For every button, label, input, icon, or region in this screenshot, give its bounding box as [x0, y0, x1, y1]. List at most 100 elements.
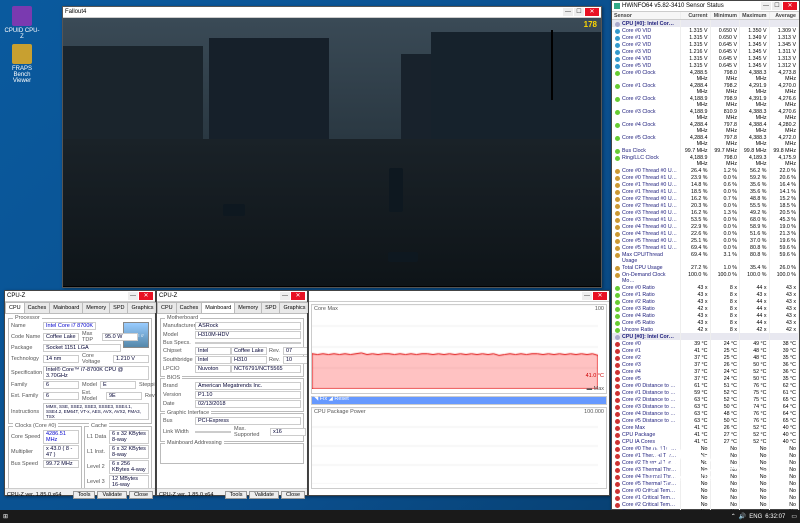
- sensor-section[interactable]: CPU [#0]: Intel Cor…: [612, 20, 799, 27]
- sensor-row[interactable]: Core #5 VID1.315 V0.645 V1.345 V1.312 V: [612, 62, 799, 69]
- col-sensor[interactable]: Sensor: [612, 12, 681, 19]
- sensor-row[interactable]: Core #4 Thread #1 U…22.6 %0.0 %51.6 %21.…: [612, 230, 799, 237]
- col-current[interactable]: Current: [681, 12, 711, 19]
- sensor-row[interactable]: Core #2 Clock4,188.9 MHz798.9 MHz4,391.9…: [612, 95, 799, 108]
- cpuz-window-cpu[interactable]: CPU-Z—✕ CPUCachesMainboardMemorySPDGraph…: [4, 290, 156, 496]
- sensor-row[interactable]: Core #2 Ratio43 x8 x44 x43 x: [612, 298, 799, 305]
- tab-cpu[interactable]: CPU: [5, 302, 25, 313]
- minimize-button[interactable]: —: [563, 8, 573, 16]
- sensor-row[interactable]: Core #0 Thread #0 U…26.4 %1.2 %56.2 %22.…: [612, 167, 799, 174]
- game-viewport[interactable]: 178: [63, 18, 601, 286]
- tab-caches[interactable]: Caches: [24, 302, 51, 313]
- tab-mainboard[interactable]: Mainboard: [201, 302, 235, 313]
- tab-spd[interactable]: SPD: [109, 302, 128, 313]
- tools-button[interactable]: Tools: [225, 491, 248, 499]
- tools-button[interactable]: Tools: [73, 491, 96, 499]
- sensor-row[interactable]: Core #2 VID1.315 V0.645 V1.345 V1.345 V: [612, 41, 799, 48]
- sensor-row[interactable]: Core #1 Distance to …59 °C52 °C75 °C61 °…: [612, 389, 799, 396]
- minimize-button[interactable]: —: [280, 292, 290, 300]
- minimize-button[interactable]: —: [761, 2, 771, 10]
- tab-memory[interactable]: Memory: [82, 302, 110, 313]
- sensor-row[interactable]: On-Demand Clock Mo…100.0 %100.0 %100.0 %…: [612, 271, 799, 284]
- cpuz-window-mainboard[interactable]: CPU-Z—✕ CPUCachesMainboardMemorySPDGraph…: [156, 290, 308, 496]
- desktop-icon-fraps[interactable]: FRAPS Bench Viewer: [4, 44, 40, 84]
- sensor-row[interactable]: Core #437 °C24 °C52 °C36 °C: [612, 368, 799, 375]
- sensor-row[interactable]: Core #5 Ratio43 x8 x44 x43 x: [612, 319, 799, 326]
- close-button[interactable]: ✕: [291, 292, 305, 300]
- sensor-row[interactable]: Core #1 Clock4,288.4 MHz798.2 MHz4,291.9…: [612, 82, 799, 95]
- sensor-row[interactable]: Core #4 Ratio43 x8 x44 x43 x: [612, 312, 799, 319]
- tab-caches[interactable]: Caches: [176, 302, 203, 313]
- close-button[interactable]: Close: [281, 491, 305, 499]
- tray-icon[interactable]: ⌃: [731, 513, 736, 520]
- sensor-row[interactable]: Core #3 Clock4,188.9 MHz810.9 MHz4,388.3…: [612, 108, 799, 121]
- close-button[interactable]: ✕: [139, 292, 153, 300]
- sensor-row[interactable]: Core #2 Thread #0 U…16.2 %0.7 %48.8 %15.…: [612, 195, 799, 202]
- sensor-row[interactable]: Core #3 Thread #0 U…16.2 %1.3 %49.2 %20.…: [612, 209, 799, 216]
- sensor-row[interactable]: Core #0 Clock4,288.5 MHz798.0 MHz4,388.3…: [612, 69, 799, 82]
- sensor-row[interactable]: CPU Package41 °C27 °C52 °C40 °C: [612, 431, 799, 438]
- sensor-row[interactable]: Uncore Ratio42 x8 x42 x42 x: [612, 326, 799, 333]
- sensor-row[interactable]: Core #039 °C24 °C49 °C38 °C: [612, 340, 799, 347]
- tab-graphics[interactable]: Graphics: [127, 302, 157, 313]
- sensor-row[interactable]: Core #5 Distance to …63 °C50 °C76 °C65 °…: [612, 417, 799, 424]
- sensor-row[interactable]: Ring/LLC Clock4,188.9 MHz798.0 MHz4,189.…: [612, 154, 799, 167]
- coretemp-window[interactable]: —✕ Core Max 100 41.0 °C ▬ Max ◥ Fix ◢ Re…: [308, 290, 610, 496]
- notifications-button[interactable]: ▭: [788, 513, 800, 520]
- sensor-row[interactable]: Core #1 VID1.315 V0.650 V1.349 V1.313 V: [612, 34, 799, 41]
- sensor-row[interactable]: Core #0 Distance to …61 °C51 °C76 °C62 °…: [612, 382, 799, 389]
- sensor-row[interactable]: Core #3 Distance to …63 °C50 °C74 °C64 °…: [612, 403, 799, 410]
- sensor-row[interactable]: Core #4 Clock4,288.4 MHz797.8 MHz4,388.4…: [612, 121, 799, 134]
- taskbar-clock[interactable]: 6:32:07: [765, 514, 785, 520]
- maximize-button[interactable]: ☐: [772, 2, 782, 10]
- titlebar[interactable]: CPU-Z—✕: [157, 291, 307, 302]
- hwinfo-window[interactable]: HWiNFO64 v5.82-3410 Sensor Status—☐✕ Sen…: [611, 0, 800, 510]
- tab-cpu[interactable]: CPU: [157, 302, 177, 313]
- validate-button[interactable]: Validate: [249, 491, 278, 499]
- tray-lang[interactable]: ENG: [749, 514, 762, 520]
- sensor-row[interactable]: Core #141 °C25 °C48 °C39 °C: [612, 347, 799, 354]
- sensor-row[interactable]: Core #1 Ratio43 x8 x43 x43 x: [612, 291, 799, 298]
- tray-icon[interactable]: 🔊: [739, 513, 746, 520]
- sensor-row[interactable]: Core #4 VID1.315 V0.645 V1.345 V1.313 V: [612, 55, 799, 62]
- col-maximum[interactable]: Maximum: [740, 12, 770, 19]
- tab-spd[interactable]: SPD: [261, 302, 280, 313]
- sensor-row[interactable]: Core Max41 °C26 °C52 °C40 °C: [612, 424, 799, 431]
- maximize-button[interactable]: ☐: [574, 8, 584, 16]
- minimize-button[interactable]: —: [128, 292, 138, 300]
- col-average[interactable]: Average: [770, 12, 800, 19]
- tab-graphics[interactable]: Graphics: [279, 302, 309, 313]
- sensor-section[interactable]: CPU [#0]: Intel Cor…: [612, 333, 799, 340]
- sensor-row[interactable]: Core #3 Ratio42 x8 x44 x43 x: [612, 305, 799, 312]
- tab-memory[interactable]: Memory: [234, 302, 262, 313]
- sensor-row[interactable]: Core #0 Ratio43 x8 x44 x43 x: [612, 284, 799, 291]
- separator-bar[interactable]: ◥ Fix ◢ Reset: [311, 396, 607, 405]
- minimize-button[interactable]: —: [582, 292, 592, 300]
- close-button[interactable]: ✕: [593, 292, 607, 300]
- sensor-row[interactable]: Core #4 Distance to …63 °C48 °C76 °C64 °…: [612, 410, 799, 417]
- sensor-row[interactable]: Core #537 °C24 °C50 °C35 °C: [612, 375, 799, 382]
- start-button[interactable]: ⊞: [0, 510, 11, 523]
- sensor-row[interactable]: Total CPU Usage27.2 %1.0 %35.4 %26.0 %: [612, 264, 799, 271]
- desktop-icon-cpuz[interactable]: CPUID CPU-Z: [4, 6, 40, 40]
- sensor-row[interactable]: Core #0 VID1.315 V0.650 V1.350 V1.309 V: [612, 27, 799, 34]
- sensor-row[interactable]: Max CPU/Thread Usage69.4 %3.1 %80.8 %59.…: [612, 251, 799, 264]
- sensor-row[interactable]: Core #3 VID1.216 V0.645 V1.345 V1.311 V: [612, 48, 799, 55]
- taskbar[interactable]: ⊞ ⌃ 🔊 ENG 6:32:07 ▭: [0, 510, 800, 523]
- sensor-row[interactable]: Core #1 Thread #0 U…14.8 %0.6 %35.6 %16.…: [612, 181, 799, 188]
- close-button[interactable]: ✕: [783, 2, 797, 10]
- titlebar[interactable]: —✕: [309, 291, 609, 302]
- tab-mainboard[interactable]: Mainboard: [49, 302, 83, 313]
- sensor-row[interactable]: Core #237 °C25 °C48 °C35 °C: [612, 354, 799, 361]
- sensor-row[interactable]: Core #0 Thread #1 U…23.9 %0.0 %59.2 %20.…: [612, 174, 799, 181]
- titlebar[interactable]: CPU-Z—✕: [5, 291, 155, 302]
- titlebar[interactable]: HWiNFO64 v5.82-3410 Sensor Status—☐✕: [612, 1, 799, 12]
- sensor-row[interactable]: Core #1 Thread #1 U…18.5 %0.0 %35.6 %14.…: [612, 188, 799, 195]
- sensor-row[interactable]: Core #2 Thread #1 U…20.3 %0.0 %55.5 %18.…: [612, 202, 799, 209]
- titlebar[interactable]: Fallout4—☐✕: [63, 7, 601, 18]
- validate-button[interactable]: Validate: [97, 491, 126, 499]
- sensor-row[interactable]: Bus Clock99.7 MHz99.7 MHz99.8 MHz99.8 MH…: [612, 147, 799, 154]
- game-window[interactable]: Fallout4—☐✕ 178: [62, 6, 602, 288]
- sensor-row[interactable]: Core #4 Thread #0 U…22.9 %0.0 %58.9 %19.…: [612, 223, 799, 230]
- sensor-row[interactable]: Core #337 °C26 °C50 °C36 °C: [612, 361, 799, 368]
